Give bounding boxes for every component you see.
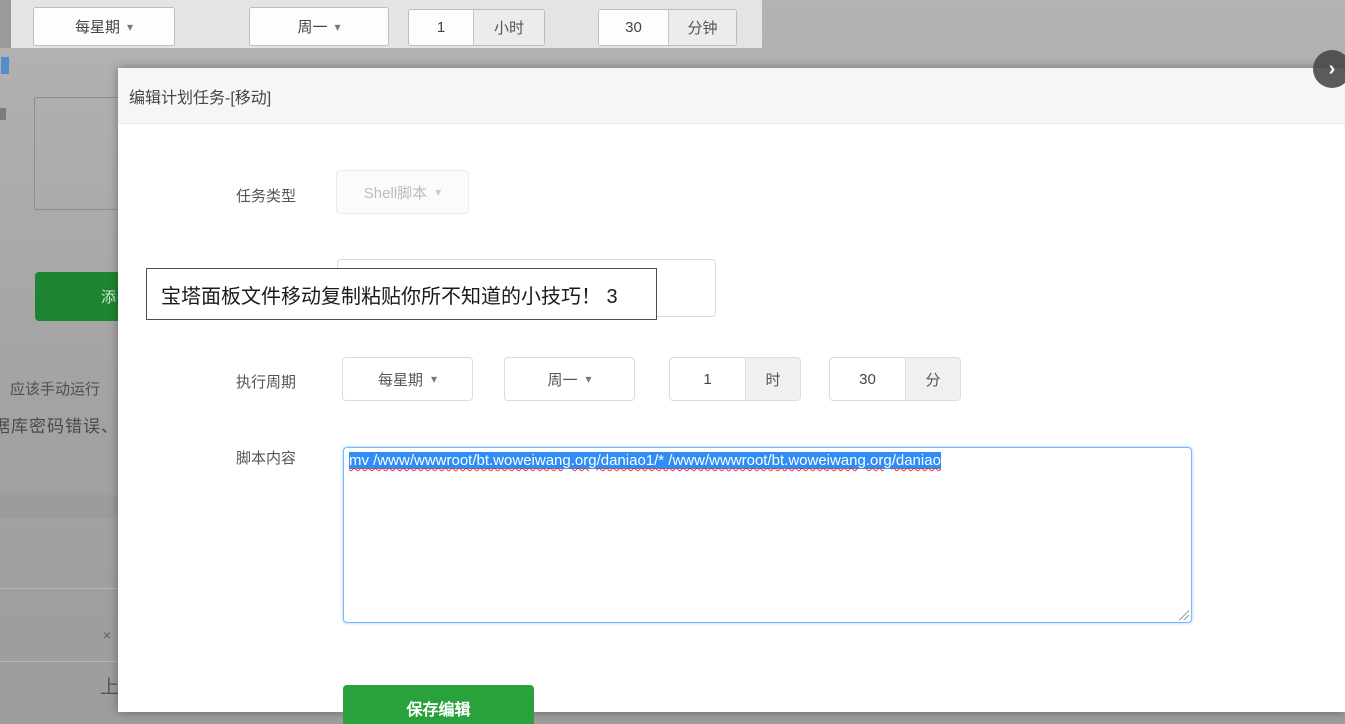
page-left-edge <box>0 0 11 48</box>
background-divider <box>0 588 118 589</box>
script-content-textarea[interactable]: mv /www/wwwroot/bt.woweiwang.org/daniao1… <box>343 447 1192 623</box>
background-partial-glyph: 上 <box>100 672 118 699</box>
schedule-week-value: 每星期 <box>378 369 423 390</box>
modal-title: 编辑计划任务-[移动] <box>129 84 271 108</box>
textarea-resize-handle[interactable] <box>1177 608 1189 620</box>
background-add-task-button: 添 <box>35 272 118 321</box>
chevron-down-icon: ▾ <box>431 373 437 385</box>
edit-task-modal: 编辑计划任务-[移动] 任务类型 Shell脚本 ▾ 执行周期 每星期 ▾ 周一… <box>118 68 1345 712</box>
background-help-text-1: 应该手动运行 <box>10 378 118 399</box>
modal-header: 编辑计划任务-[移动] <box>118 68 1345 124</box>
script-content-label: 脚本内容 <box>146 447 296 468</box>
top-schedule-bar: 每星期 ▾ 周一 ▾ 1 小时 30 分钟 <box>0 0 762 48</box>
top-minute-group: 30 分钟 <box>598 9 737 46</box>
background-textarea-outline <box>34 97 124 210</box>
background-divider <box>0 661 118 662</box>
background-row-marker: × <box>103 627 111 643</box>
page: 每星期 ▾ 周一 ▾ 1 小时 30 分钟 添 应该手动运行 据库密码错误、 ×… <box>0 0 1345 724</box>
background-table-row-band <box>0 495 118 518</box>
schedule-minute-unit-label: 分 <box>905 358 960 400</box>
top-minute-input[interactable]: 30 <box>599 10 668 45</box>
top-hour-unit-label: 小时 <box>473 10 544 45</box>
chevron-down-icon: ▾ <box>127 21 133 33</box>
schedule-week-select[interactable]: 每星期 ▾ <box>342 357 473 401</box>
top-hour-group: 1 小时 <box>408 9 545 46</box>
save-edit-button[interactable]: 保存编辑 <box>343 685 534 724</box>
background-help-text-2: 据库密码错误、 <box>0 412 118 437</box>
schedule-hour-unit-label: 时 <box>745 358 800 400</box>
script-selected-text: mv /www/wwwroot/bt.woweiwang.org/daniao1… <box>349 452 941 469</box>
top-hour-input[interactable]: 1 <box>409 10 473 45</box>
background-blue-mark <box>1 57 9 74</box>
top-week-select-value: 每星期 <box>75 16 120 37</box>
top-day-select-value: 周一 <box>297 16 327 37</box>
schedule-day-value: 周一 <box>547 369 577 390</box>
caption-text: 宝塔面板文件移动复制粘贴你所不知道的小技巧！ 3 <box>161 280 618 309</box>
schedule-minute-input[interactable]: 30 <box>830 358 905 400</box>
caption-overlay: 宝塔面板文件移动复制粘贴你所不知道的小技巧！ 3 <box>146 268 657 320</box>
chevron-down-icon: ▾ <box>334 21 340 33</box>
top-day-select[interactable]: 周一 ▾ <box>249 7 389 46</box>
schedule-minute-group: 30 分 <box>829 357 961 401</box>
schedule-hour-group: 1 时 <box>669 357 801 401</box>
background-dark-mark <box>0 108 6 120</box>
task-type-label: 任务类型 <box>146 185 296 206</box>
background-add-task-label: 添 <box>101 286 116 307</box>
top-week-select[interactable]: 每星期 ▾ <box>33 7 175 46</box>
schedule-hour-input[interactable]: 1 <box>670 358 745 400</box>
schedule-day-select[interactable]: 周一 ▾ <box>504 357 635 401</box>
chevron-down-icon: ▾ <box>435 186 441 198</box>
top-minute-unit-label: 分钟 <box>668 10 736 45</box>
task-type-select[interactable]: Shell脚本 ▾ <box>336 170 469 214</box>
modal-close-icon[interactable]: › <box>1313 50 1345 88</box>
chevron-down-icon: ▾ <box>585 373 591 385</box>
task-type-select-value: Shell脚本 <box>364 182 427 203</box>
schedule-label: 执行周期 <box>146 371 296 392</box>
background-table-row-band: × <box>0 612 118 657</box>
